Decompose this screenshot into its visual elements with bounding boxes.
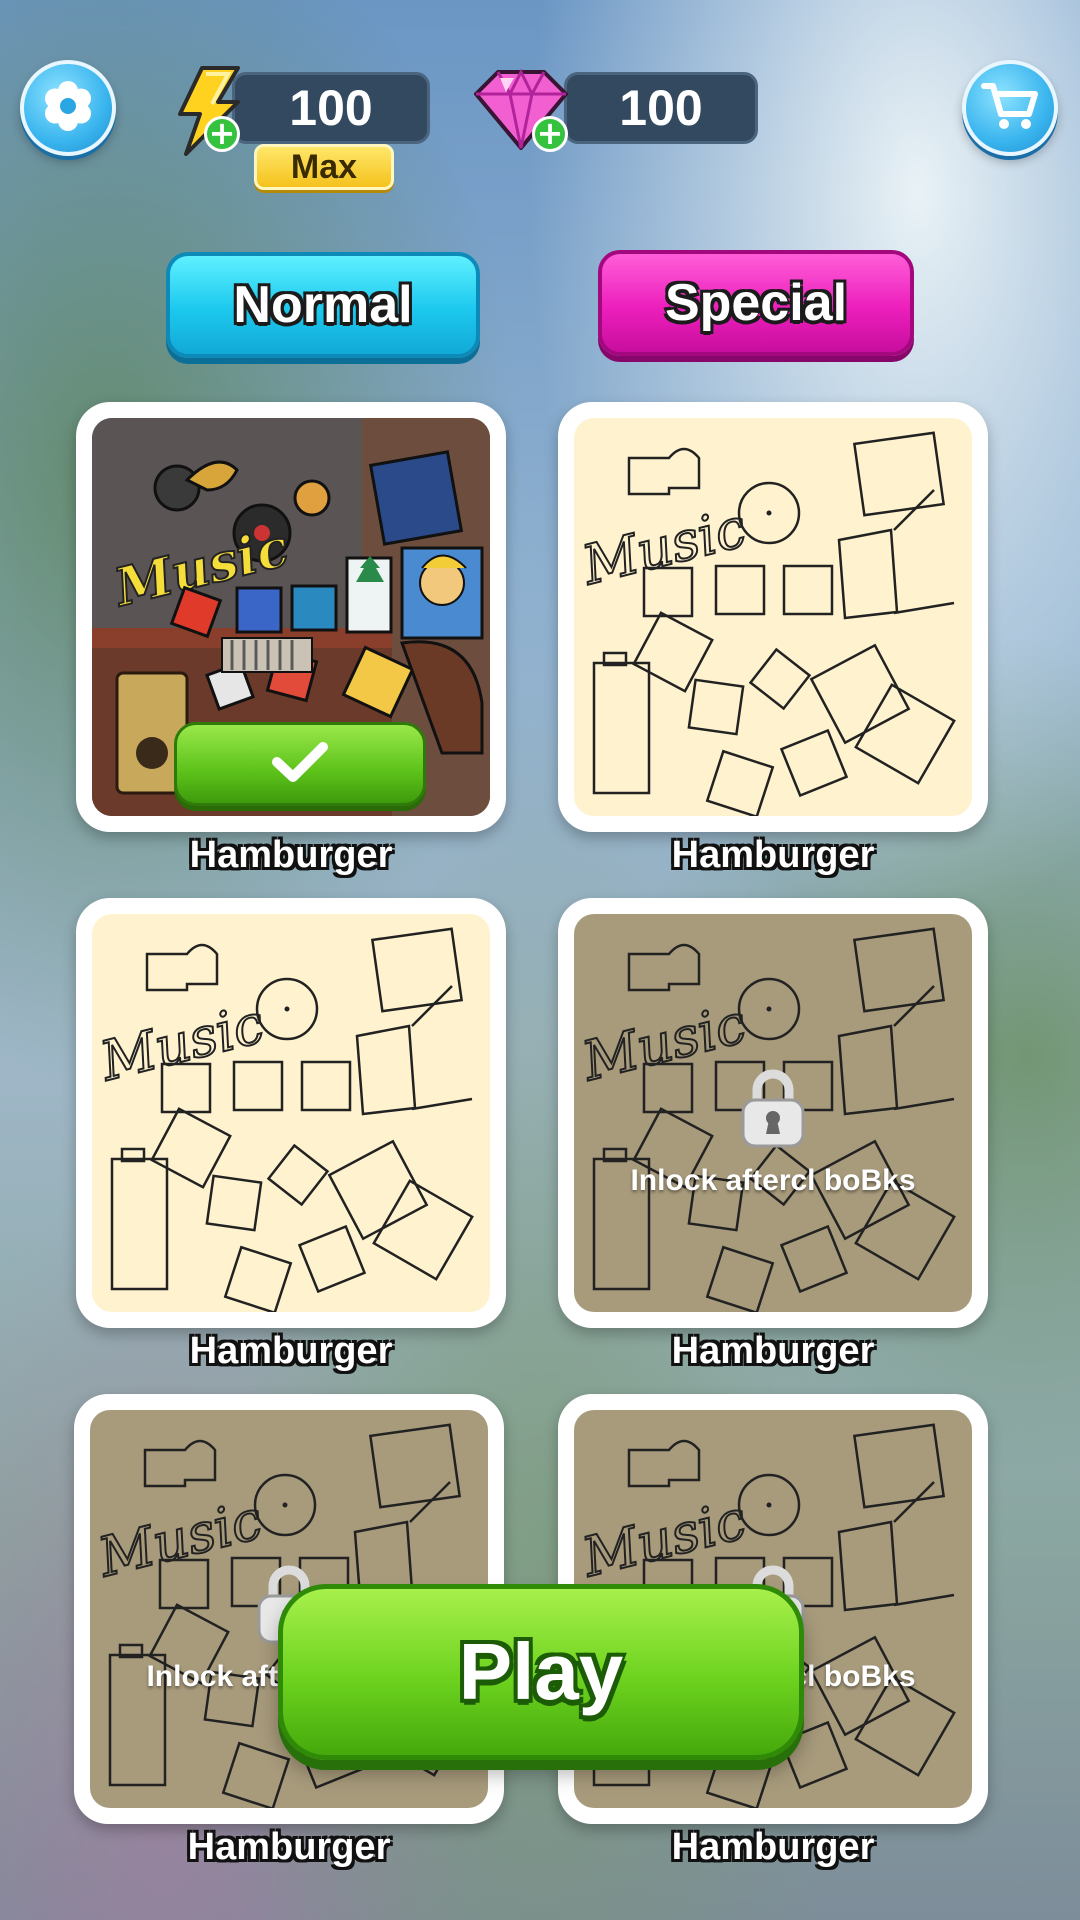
special-mode-button[interactable]: Special (598, 250, 914, 356)
lock-text: Inlock aftercl boBks (630, 1164, 916, 1197)
energy-value: 100 (289, 80, 373, 136)
cart-icon (981, 80, 1039, 136)
checkmark-icon (271, 740, 329, 788)
lock-icon (733, 1064, 813, 1156)
gem-value: 100 (619, 80, 703, 136)
level-thumbnail-completed: Music (92, 418, 490, 816)
level-name-5: Hamburger (187, 1826, 391, 1868)
level-name-3: Hamburger (189, 1330, 393, 1372)
level-card-1[interactable]: Music (76, 402, 506, 832)
level-thumbnail-outline (574, 418, 972, 816)
gem-counter: 100 (564, 72, 758, 144)
normal-mode-label: Normal (233, 276, 413, 334)
level-thumbnail-locked: Inlock aftercl boBks (574, 914, 972, 1312)
level-name-1: Hamburger (189, 834, 393, 876)
play-label: Play (458, 1627, 624, 1716)
level-thumbnail-outline (92, 914, 490, 1312)
add-gems-button[interactable]: + (532, 116, 568, 152)
energy-max-badge: Max (254, 144, 394, 190)
level-name-6: Hamburger (671, 1826, 875, 1868)
completed-check-badge (174, 722, 426, 806)
special-mode-label: Special (664, 274, 848, 332)
energy-counter: 100 (232, 72, 430, 144)
add-energy-button[interactable]: + (204, 116, 240, 152)
level-card-2[interactable] (558, 402, 988, 832)
settings-button[interactable] (20, 60, 116, 156)
level-name-4: Hamburger (671, 1330, 875, 1372)
shop-button[interactable] (962, 60, 1058, 156)
level-name-2: Hamburger (671, 834, 875, 876)
normal-mode-button[interactable]: Normal (166, 252, 480, 358)
lock-overlay: Inlock aftercl boBks (574, 1064, 972, 1198)
play-button[interactable]: Play (278, 1584, 804, 1760)
gear-icon (39, 77, 97, 139)
level-card-3[interactable] (76, 898, 506, 1328)
level-card-4[interactable]: Inlock aftercl boBks (558, 898, 988, 1328)
